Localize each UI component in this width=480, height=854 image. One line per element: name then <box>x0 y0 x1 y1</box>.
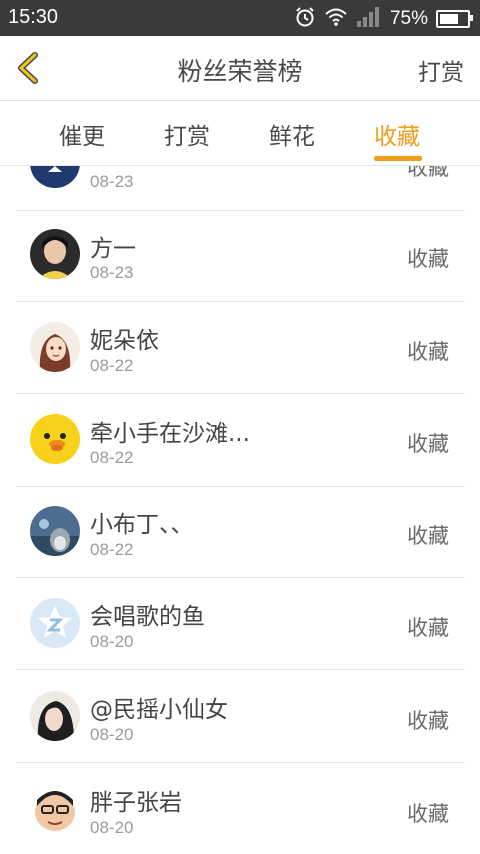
date-label: 08-20 <box>90 818 134 837</box>
avatar <box>30 691 80 741</box>
battery-percent: 75% <box>389 8 428 29</box>
status-icons: 75% <box>294 6 473 32</box>
tab-flowers[interactable]: 鲜花 <box>269 117 315 151</box>
date-label: 08-22 <box>90 448 134 467</box>
fan-list: 08-23 收藏 方一 08-23 收藏 妮朵依 08-22 收藏 牵小手在沙滩… <box>0 166 480 854</box>
app-header: 粉丝荣誉榜 打赏 <box>0 36 480 101</box>
page-title: 粉丝荣誉榜 <box>177 57 303 86</box>
action-label: 收藏 <box>407 616 449 640</box>
avatar <box>30 598 80 648</box>
list-item[interactable]: 小布丁、、 08-22 收藏 <box>16 485 465 578</box>
avatar <box>30 322 80 372</box>
action-label: 收藏 <box>407 247 449 271</box>
avatar <box>30 166 80 188</box>
date-label: 08-23 <box>90 263 134 282</box>
action-label: 收藏 <box>407 524 449 548</box>
wifi-icon <box>324 7 348 31</box>
avatar <box>30 784 80 834</box>
list-item[interactable]: 胖子张岩 08-20 收藏 <box>16 763 465 854</box>
date-label: 08-20 <box>90 725 134 744</box>
list-item[interactable]: 会唱歌的鱼 08-20 收藏 <box>16 577 465 670</box>
tab-favorites[interactable]: 收藏 <box>374 117 420 151</box>
status-time: 15:30 <box>8 6 59 28</box>
alarm-icon <box>294 6 316 32</box>
date-label: 08-22 <box>90 356 134 375</box>
user-name: @民摇小仙女 <box>90 697 228 723</box>
action-label: 收藏 <box>407 340 449 364</box>
reward-button[interactable]: 打赏 <box>418 53 464 87</box>
list-item[interactable]: 08-23 收藏 <box>16 166 465 211</box>
tab-active-indicator <box>374 156 422 161</box>
user-name: 胖子张岩 <box>90 790 182 816</box>
date-label: 08-23 <box>90 172 134 191</box>
action-label: 收藏 <box>407 802 449 826</box>
tab-reward[interactable]: 打赏 <box>164 117 210 151</box>
battery-icon <box>436 10 473 28</box>
avatar <box>30 506 80 556</box>
user-name: 小布丁、、 <box>90 512 194 538</box>
action-label: 收藏 <box>407 432 449 456</box>
signal-icon <box>356 6 382 32</box>
user-name: 妮朵依 <box>90 328 159 354</box>
avatar <box>30 229 80 279</box>
user-name: 会唱歌的鱼 <box>90 604 205 630</box>
user-name: 方一 <box>90 236 136 262</box>
list-item[interactable]: 妮朵依 08-22 收藏 <box>16 301 465 394</box>
action-label: 收藏 <box>407 709 449 733</box>
status-bar: 15:30 75% <box>0 0 480 36</box>
user-name: 牵小手在沙滩... <box>90 421 250 447</box>
action-label: 收藏 <box>407 166 449 180</box>
list-item[interactable]: 方一 08-23 收藏 <box>16 209 465 302</box>
avatar <box>30 414 80 464</box>
tab-urge[interactable]: 催更 <box>59 117 105 151</box>
date-label: 08-20 <box>90 632 134 651</box>
date-label: 08-22 <box>90 540 134 559</box>
list-item[interactable]: @民摇小仙女 08-20 收藏 <box>16 670 465 763</box>
tab-bar: 催更 打赏 鲜花 收藏 <box>0 101 480 166</box>
list-item[interactable]: 牵小手在沙滩... 08-22 收藏 <box>16 394 465 487</box>
